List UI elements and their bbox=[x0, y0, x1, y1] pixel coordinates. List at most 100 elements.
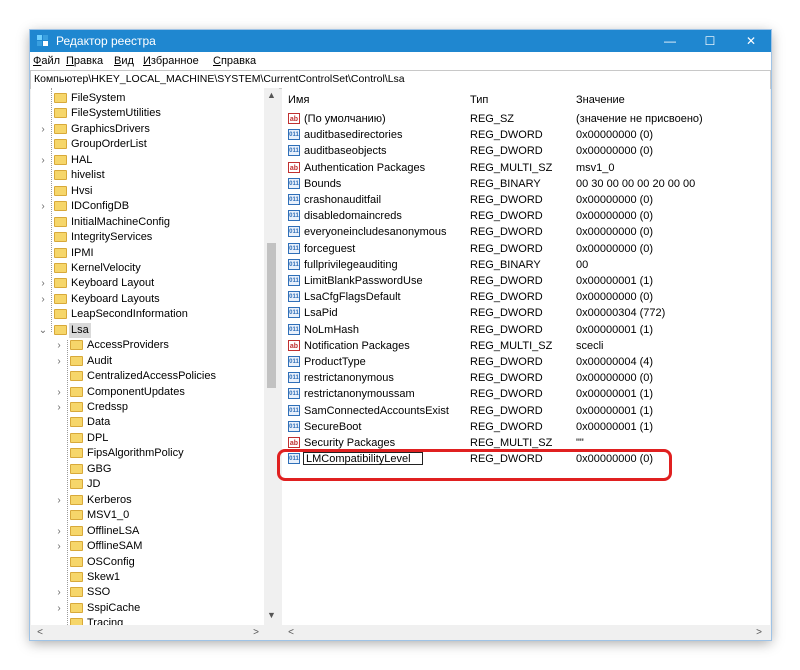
menu-file[interactable]: Файл bbox=[33, 55, 60, 67]
tree-item[interactable]: GBG bbox=[31, 462, 263, 477]
value-row[interactable]: ab (По умолчанию) REG_SZ (значение не присв… bbox=[282, 111, 770, 127]
value-row[interactable]: 011 everyoneincludesanonymous REG_DWORD 0x0… bbox=[282, 224, 770, 240]
expand-chevron-icon[interactable]: › bbox=[54, 354, 64, 369]
menu-help[interactable]: Справка bbox=[213, 55, 256, 67]
column-header-value[interactable]: Значение bbox=[576, 94, 625, 106]
scroll-left-arrow-icon[interactable]: < bbox=[284, 625, 298, 640]
maximize-button[interactable]: ☐ bbox=[690, 30, 730, 52]
scroll-right-arrow-icon[interactable]: > bbox=[752, 625, 766, 640]
expand-chevron-icon[interactable]: › bbox=[54, 585, 64, 600]
key-tree-pane[interactable]: FileSystem FileSystemUtilities › GraphicsDr… bbox=[31, 88, 279, 625]
scroll-down-arrow-icon[interactable]: ▼ bbox=[264, 610, 279, 620]
value-row[interactable]: 011 ProductType REG_DWORD 0x00000004 (4) bbox=[282, 354, 770, 370]
tree-item[interactable]: › IDConfigDB bbox=[31, 199, 263, 214]
expand-chevron-icon[interactable]: › bbox=[38, 122, 48, 137]
expand-chevron-icon[interactable]: › bbox=[38, 199, 48, 214]
tree-item[interactable]: › SSO bbox=[31, 585, 263, 600]
tree-item[interactable]: DPL bbox=[31, 431, 263, 446]
menu-view[interactable]: Вид bbox=[114, 55, 134, 67]
tree-item[interactable]: JD bbox=[31, 477, 263, 492]
tree-item[interactable]: › ComponentUpdates bbox=[31, 385, 263, 400]
value-row[interactable]: 011 NoLmHash REG_DWORD 0x00000001 (1) bbox=[282, 322, 770, 338]
value-row[interactable]: ab Notification Packages REG_MULTI_SZ scecl… bbox=[282, 338, 770, 354]
expand-chevron-icon[interactable]: › bbox=[54, 493, 64, 508]
tree-item[interactable]: OSConfig bbox=[31, 555, 263, 570]
tree-scroll-thumb[interactable] bbox=[267, 243, 276, 388]
title-bar[interactable]: Редактор реестра — ☐ ✕ bbox=[30, 30, 771, 52]
expand-chevron-icon[interactable]: › bbox=[54, 338, 64, 353]
scroll-up-arrow-icon[interactable]: ▲ bbox=[264, 90, 279, 100]
tree-item[interactable]: Skew1 bbox=[31, 570, 263, 585]
tree-item[interactable]: CentralizedAccessPolicies bbox=[31, 369, 263, 384]
tree-item[interactable]: › HAL bbox=[31, 153, 263, 168]
tree-item[interactable]: IPMI bbox=[31, 246, 263, 261]
minimize-button[interactable]: — bbox=[650, 30, 690, 52]
tree-vertical-scrollbar[interactable]: ▲ ▼ bbox=[264, 88, 279, 625]
value-name: SecureBoot bbox=[304, 420, 362, 433]
value-row[interactable]: 011 disabledomaincreds REG_DWORD 0x00000000… bbox=[282, 208, 770, 224]
value-row[interactable]: 011 auditbaseobjects REG_DWORD 0x00000000 (… bbox=[282, 143, 770, 159]
value-row[interactable]: 011 auditbasedirectories REG_DWORD 0x000000… bbox=[282, 127, 770, 143]
tree-item[interactable]: › OfflineLSA bbox=[31, 524, 263, 539]
expand-chevron-icon[interactable]: › bbox=[54, 400, 64, 415]
list-horizontal-scrollbar[interactable]: < > bbox=[282, 625, 770, 640]
menu-favorites[interactable]: Избранное bbox=[143, 55, 199, 67]
tree-item[interactable]: › Keyboard Layouts bbox=[31, 292, 263, 307]
column-header-type[interactable]: Тип bbox=[470, 94, 488, 106]
tree-item[interactable]: Tracing bbox=[31, 616, 263, 625]
expand-chevron-icon[interactable]: › bbox=[54, 601, 64, 616]
value-row[interactable]: 011 SamConnectedAccountsExist REG_DWORD 0x0… bbox=[282, 403, 770, 419]
tree-item[interactable]: MSV1_0 bbox=[31, 508, 263, 523]
values-list-pane[interactable]: Имя Тип Значение ab (По умолчанию) REG_SZ (… bbox=[282, 88, 770, 625]
value-row[interactable]: ab Authentication Packages REG_MULTI_SZ msv… bbox=[282, 160, 770, 176]
tree-horizontal-scrollbar[interactable]: < > bbox=[31, 625, 279, 640]
tree-item[interactable]: Hvsi bbox=[31, 184, 263, 199]
tree-item[interactable]: FipsAlgorithmPolicy bbox=[31, 446, 263, 461]
value-row[interactable]: 011 LimitBlankPasswordUse REG_DWORD 0x00000… bbox=[282, 273, 770, 289]
close-button[interactable]: ✕ bbox=[731, 30, 771, 52]
value-row[interactable]: 011 crashonauditfail REG_DWORD 0x00000000 (… bbox=[282, 192, 770, 208]
tree-item[interactable]: › Kerberos bbox=[31, 493, 263, 508]
tree-item[interactable]: › OfflineSAM bbox=[31, 539, 263, 554]
tree-item[interactable]: KernelVelocity bbox=[31, 261, 263, 276]
expand-chevron-icon[interactable]: › bbox=[38, 153, 48, 168]
expand-chevron-icon[interactable]: › bbox=[54, 539, 64, 554]
scroll-left-arrow-icon[interactable]: < bbox=[33, 625, 47, 640]
value-row[interactable]: 011 fullprivilegeauditing REG_BINARY 00 bbox=[282, 257, 770, 273]
tree-item[interactable]: › Keyboard Layout bbox=[31, 276, 263, 291]
column-header-name[interactable]: Имя bbox=[288, 94, 309, 106]
tree-item-label: GBG bbox=[87, 462, 112, 475]
address-path: Компьютер\HKEY_LOCAL_MACHINE\SYSTEM\Curr… bbox=[34, 73, 405, 85]
tree-item[interactable]: InitialMachineConfig bbox=[31, 215, 263, 230]
tree-item[interactable]: › Credssp bbox=[31, 400, 263, 415]
value-row[interactable]: 011 LsaCfgFlagsDefault REG_DWORD 0x00000000… bbox=[282, 289, 770, 305]
expand-chevron-icon[interactable]: › bbox=[38, 276, 48, 291]
value-row[interactable]: 011 SecureBoot REG_DWORD 0x00000001 (1) bbox=[282, 419, 770, 435]
expand-chevron-icon[interactable]: › bbox=[54, 524, 64, 539]
value-row[interactable]: 011 Bounds REG_BINARY 00 30 00 00 00 20 00 … bbox=[282, 176, 770, 192]
expand-chevron-icon[interactable]: › bbox=[54, 385, 64, 400]
tree-item[interactable]: › AccessProviders bbox=[31, 338, 263, 353]
tree-item[interactable]: Data bbox=[31, 415, 263, 430]
value-row[interactable]: 011 restrictanonymous REG_DWORD 0x00000000 … bbox=[282, 370, 770, 386]
value-type: REG_MULTI_SZ bbox=[470, 161, 553, 174]
tree-item[interactable]: ⌄ Lsa bbox=[31, 322, 263, 338]
tree-item[interactable]: › GraphicsDrivers bbox=[31, 122, 263, 137]
tree-item[interactable]: FileSystem bbox=[31, 91, 263, 106]
tree-item[interactable]: GroupOrderList bbox=[31, 137, 263, 152]
value-row[interactable]: 011 forceguest REG_DWORD 0x00000000 (0) bbox=[282, 241, 770, 257]
tree-item[interactable]: IntegrityServices bbox=[31, 230, 263, 245]
tree-item[interactable]: LeapSecondInformation bbox=[31, 307, 263, 322]
tree-item-label: LeapSecondInformation bbox=[71, 308, 188, 321]
tree-item[interactable]: › Audit bbox=[31, 354, 263, 369]
value-row[interactable]: 011 restrictanonymoussam REG_DWORD 0x000000… bbox=[282, 386, 770, 402]
tree-item[interactable]: hivelist bbox=[31, 168, 263, 183]
tree-item[interactable]: › SspiCache bbox=[31, 601, 263, 616]
menu-edit[interactable]: Правка bbox=[66, 55, 103, 67]
tree-item[interactable]: FileSystemUtilities bbox=[31, 106, 263, 121]
address-bar[interactable]: Компьютер\HKEY_LOCAL_MACHINE\SYSTEM\Curr… bbox=[30, 70, 771, 89]
collapse-chevron-icon[interactable]: ⌄ bbox=[38, 323, 48, 338]
scroll-right-arrow-icon[interactable]: > bbox=[249, 625, 263, 640]
expand-chevron-icon[interactable]: › bbox=[38, 292, 48, 307]
value-row[interactable]: 011 LsaPid REG_DWORD 0x00000304 (772) bbox=[282, 305, 770, 321]
